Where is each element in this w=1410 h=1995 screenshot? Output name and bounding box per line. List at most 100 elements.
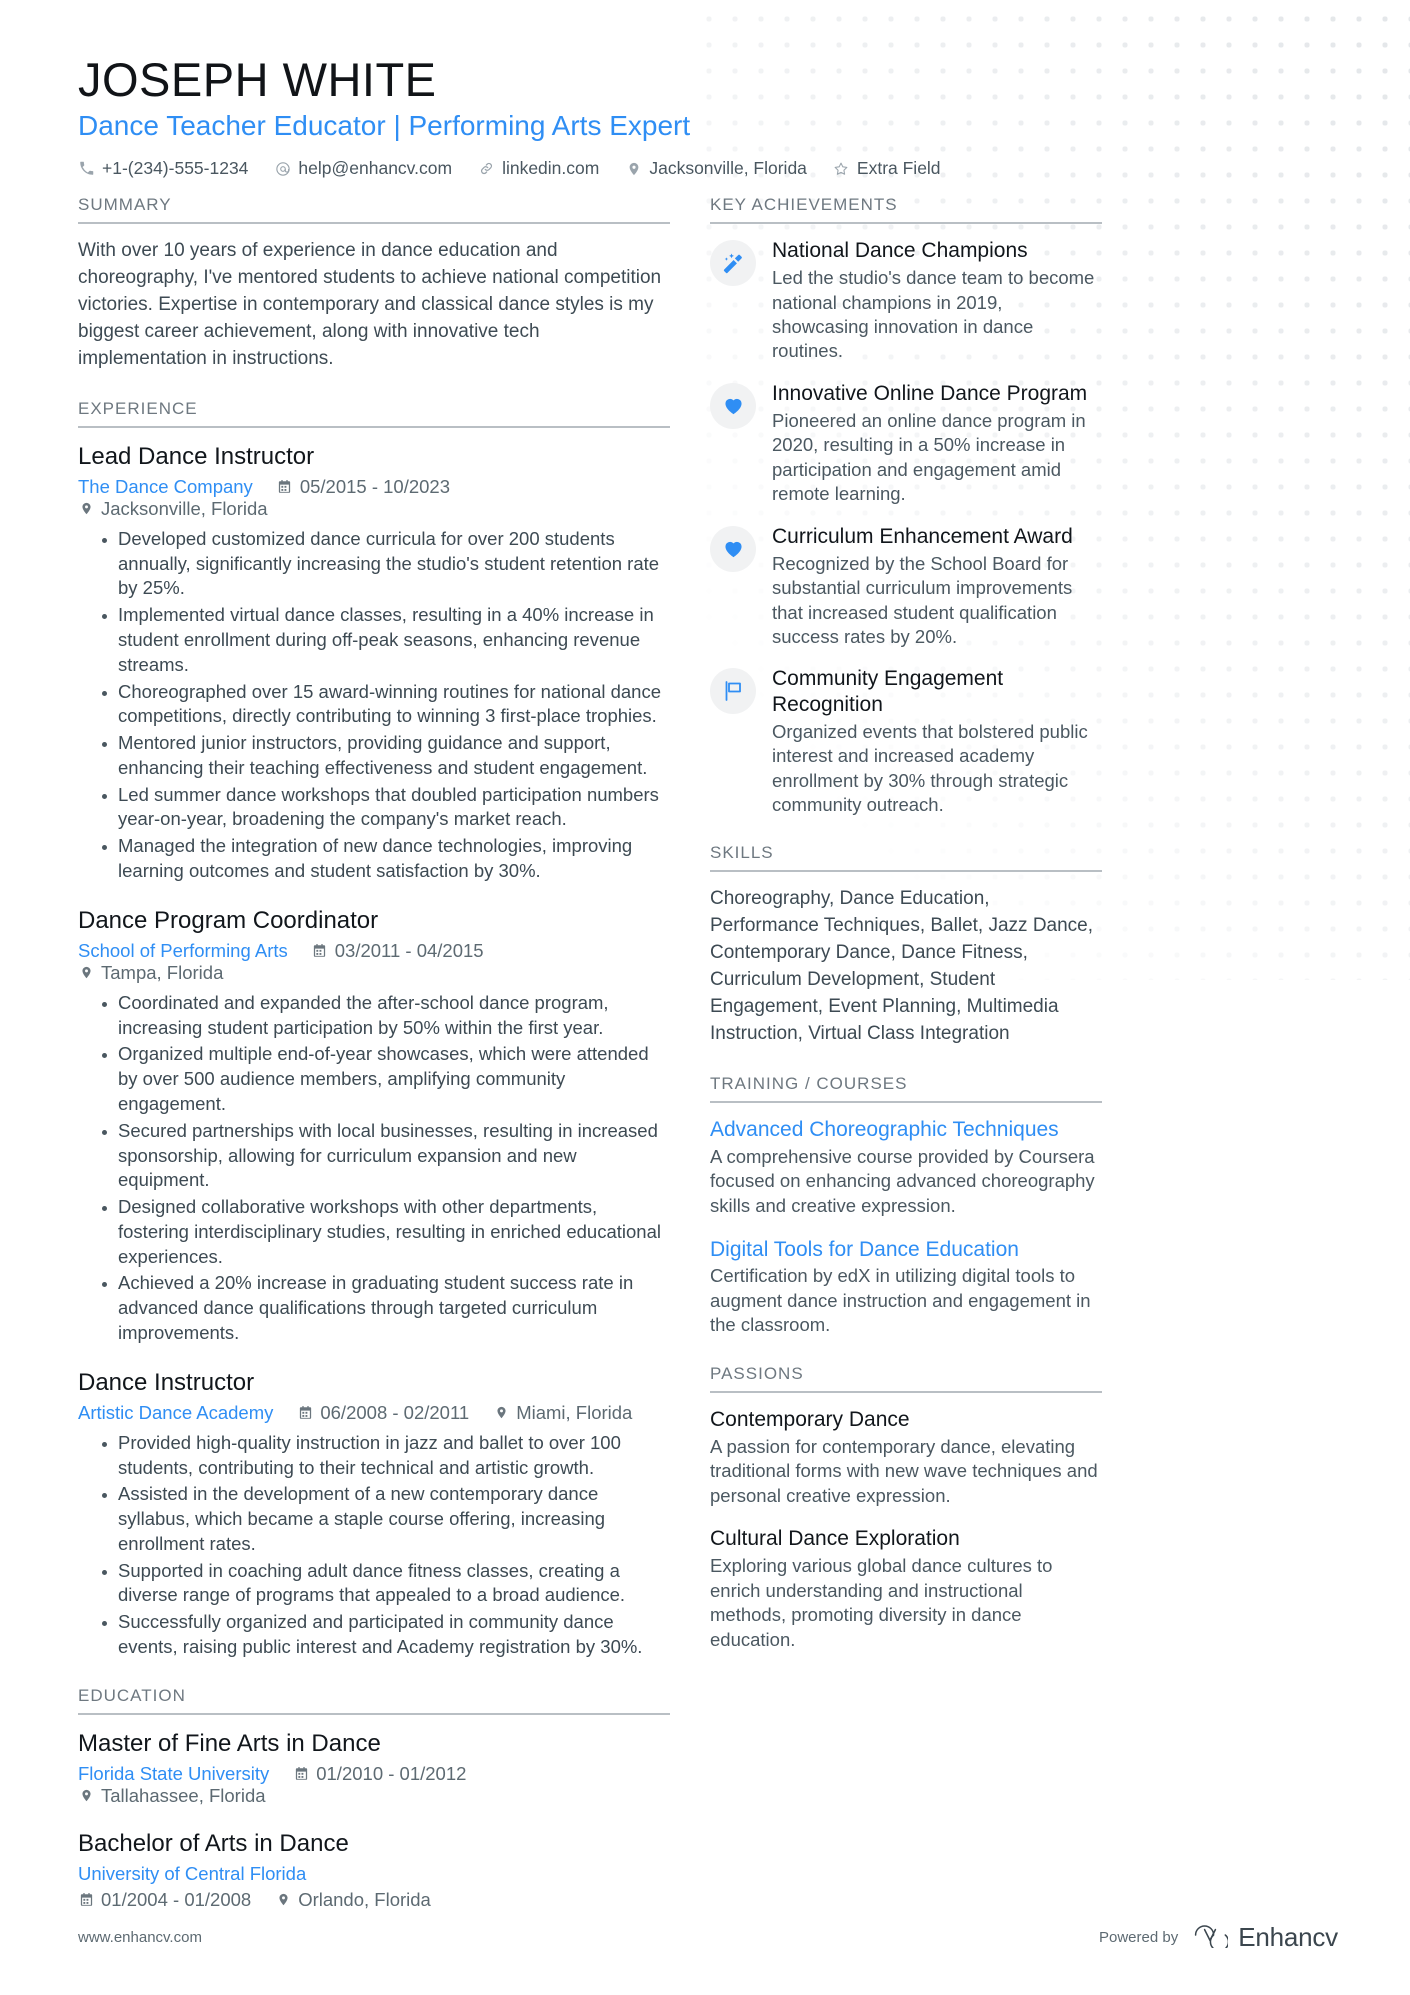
achievement-title: Curriculum Enhancement Award bbox=[772, 524, 1073, 548]
section-title-passions: PASSIONS bbox=[710, 1364, 1102, 1394]
section-passions: PASSIONS Contemporary Dance A passion fo… bbox=[710, 1364, 1102, 1652]
experience-meta: The Dance Company 05/2015 - 10/2023 Jack… bbox=[78, 476, 670, 520]
course-name[interactable]: Advanced Choreographic Techniques bbox=[710, 1117, 1102, 1143]
section-title-summary: SUMMARY bbox=[78, 195, 670, 225]
achievement-body: Innovative Online Dance Program Pioneere… bbox=[772, 381, 1102, 507]
calendar-icon bbox=[277, 479, 293, 495]
experience-dates: 03/2011 - 04/2015 bbox=[312, 940, 484, 962]
location-pin-icon bbox=[78, 501, 94, 517]
section-key-achievements: KEY ACHIEVEMENTS National Dance Champion… bbox=[710, 195, 1102, 817]
experience-organization[interactable]: The Dance Company bbox=[78, 476, 253, 498]
section-experience: EXPERIENCE Lead Dance Instructor The Dan… bbox=[78, 399, 670, 1660]
experience-entry: Dance Instructor Artistic Dance Academy … bbox=[78, 1368, 670, 1660]
section-summary: SUMMARY With over 10 years of experience… bbox=[78, 195, 670, 373]
experience-organization[interactable]: School of Performing Arts bbox=[78, 940, 288, 962]
achievement-body: Community Engagement Recognition Organiz… bbox=[772, 666, 1102, 817]
experience-bullet: Organized multiple end-of-year showcases… bbox=[102, 1042, 670, 1116]
heart-icon bbox=[721, 394, 746, 417]
experience-organization[interactable]: Artistic Dance Academy bbox=[78, 1402, 273, 1424]
experience-role: Lead Dance Instructor bbox=[78, 442, 315, 470]
experience-meta: Artistic Dance Academy 06/2008 - 02/2011 bbox=[78, 1402, 670, 1424]
candidate-headline: Dance Teacher Educator | Performing Arts… bbox=[78, 110, 691, 141]
enhancv-brand[interactable]: Enhancv bbox=[1192, 1922, 1338, 1953]
section-training-courses: TRAINING / COURSES Advanced Choreographi… bbox=[710, 1074, 1102, 1338]
experience-dates: 05/2015 - 10/2023 bbox=[277, 476, 450, 498]
achievement-item: Innovative Online Dance Program Pioneere… bbox=[710, 381, 1102, 507]
achievement-description: Recognized by the School Board for subst… bbox=[772, 552, 1073, 648]
contact-email[interactable]: help@enhancv.com bbox=[274, 158, 452, 179]
experience-entry: Lead Dance Instructor The Dance Company … bbox=[78, 442, 670, 884]
calendar-icon bbox=[297, 1405, 313, 1421]
candidate-name: JOSEPH WHITE bbox=[78, 53, 437, 106]
experience-entry: Dance Program Coordinator School of Perf… bbox=[78, 906, 670, 1346]
section-title-training-courses: TRAINING / COURSES bbox=[710, 1074, 1102, 1104]
calendar-icon bbox=[78, 1892, 94, 1908]
enhancv-brand-name: Enhancv bbox=[1238, 1922, 1338, 1952]
course-name[interactable]: Digital Tools for Dance Education bbox=[710, 1237, 1102, 1263]
experience-bullet: Provided high-quality instruction in jaz… bbox=[102, 1431, 670, 1481]
education-location: Orlando, Florida bbox=[275, 1889, 431, 1911]
link-icon bbox=[478, 160, 495, 177]
heart-icon bbox=[721, 537, 746, 560]
experience-location-text: Jacksonville, Florida bbox=[101, 497, 268, 519]
education-school[interactable]: Florida State University bbox=[78, 1763, 269, 1785]
achievement-item: Curriculum Enhancement Award Recognized … bbox=[710, 524, 1102, 650]
experience-bullets: Coordinated and expanded the after-schoo… bbox=[78, 991, 670, 1346]
education-degree: Bachelor of Arts in Dance bbox=[78, 1829, 349, 1857]
achievement-title: Community Engagement Recognition bbox=[772, 667, 1004, 716]
resume-page: JOSEPH WHITE Dance Teacher Educator | Pe… bbox=[0, 0, 1410, 1995]
calendar-icon bbox=[312, 943, 328, 959]
location-pin-icon bbox=[625, 160, 642, 177]
section-title-education: EDUCATION bbox=[78, 1686, 670, 1715]
experience-bullet: Implemented virtual dance classes, resul… bbox=[102, 603, 670, 677]
experience-location: Jacksonville, Florida bbox=[78, 498, 268, 520]
education-dates-text: 01/2004 - 01/2008 bbox=[101, 1888, 252, 1910]
section-title-skills: SKILLS bbox=[710, 843, 1102, 873]
experience-location: Miami, Florida bbox=[493, 1402, 632, 1424]
star-icon bbox=[833, 160, 850, 177]
flag-icon bbox=[721, 679, 745, 703]
passion-description: Exploring various global dance cultures … bbox=[710, 1555, 1053, 1650]
achievement-title: National Dance Champions bbox=[772, 239, 1028, 263]
experience-bullet: Assisted in the development of a new con… bbox=[102, 1482, 670, 1556]
experience-location: Tampa, Florida bbox=[78, 962, 223, 984]
enhancv-logo-icon bbox=[1192, 1922, 1230, 1953]
contact-row: +1-(234)-555-1234 help@enhancv.com linke… bbox=[78, 158, 1338, 179]
experience-dates: 06/2008 - 02/2011 bbox=[297, 1402, 469, 1424]
resume-columns: SUMMARY With over 10 years of experience… bbox=[78, 195, 1338, 1937]
course-description: Certification by edX in utilizing digita… bbox=[710, 1265, 1091, 1336]
experience-meta: School of Performing Arts 03/2011 - 04/2… bbox=[78, 940, 670, 984]
email-icon bbox=[274, 160, 291, 177]
education-dates: 01/2004 - 01/2008 bbox=[78, 1889, 251, 1911]
achievement-body: National Dance Champions Led the studio'… bbox=[772, 238, 1102, 364]
experience-bullets: Provided high-quality instruction in jaz… bbox=[78, 1431, 670, 1660]
achievement-description: Led the studio's dance team to become na… bbox=[772, 267, 1095, 362]
education-school[interactable]: University of Central Florida bbox=[78, 1863, 306, 1884]
location-pin-icon bbox=[275, 1892, 291, 1908]
contact-location: Jacksonville, Florida bbox=[625, 158, 807, 179]
section-skills: SKILLS Choreography, Dance Education, Pe… bbox=[710, 843, 1102, 1048]
education-location-text: Tallahassee, Florida bbox=[101, 1784, 266, 1806]
education-dates: 01/2010 - 01/2012 bbox=[293, 1763, 466, 1785]
passion-name: Contemporary Dance bbox=[710, 1408, 910, 1432]
resume-content: JOSEPH WHITE Dance Teacher Educator | Pe… bbox=[0, 0, 1410, 1937]
location-pin-icon bbox=[78, 1788, 94, 1804]
education-degree: Master of Fine Arts in Dance bbox=[78, 1729, 381, 1757]
experience-bullet: Developed customized dance curricula for… bbox=[102, 527, 670, 601]
course-item: Digital Tools for Dance Education Certif… bbox=[710, 1237, 1102, 1338]
experience-bullet: Mentored junior instructors, providing g… bbox=[102, 731, 670, 781]
contact-linkedin[interactable]: linkedin.com bbox=[478, 158, 599, 179]
contact-phone-text: +1-(234)-555-1234 bbox=[102, 158, 249, 179]
magic-wand-icon bbox=[721, 251, 746, 276]
footer-website-url[interactable]: www.enhancv.com bbox=[78, 1929, 202, 1946]
experience-bullet: Achieved a 20% increase in graduating st… bbox=[102, 1271, 670, 1345]
achievement-badge bbox=[710, 240, 756, 287]
location-pin-icon bbox=[493, 1405, 509, 1421]
education-entry: Bachelor of Arts in Dance University of … bbox=[78, 1829, 670, 1911]
experience-role: Dance Program Coordinator bbox=[78, 906, 379, 934]
experience-location-text: Miami, Florida bbox=[516, 1401, 633, 1423]
contact-phone[interactable]: +1-(234)-555-1234 bbox=[78, 158, 248, 179]
course-description: A comprehensive course provided by Cours… bbox=[710, 1145, 1095, 1217]
resume-footer: www.enhancv.com Powered by Enhancv bbox=[78, 1922, 1338, 1953]
section-title-experience: EXPERIENCE bbox=[78, 399, 670, 428]
